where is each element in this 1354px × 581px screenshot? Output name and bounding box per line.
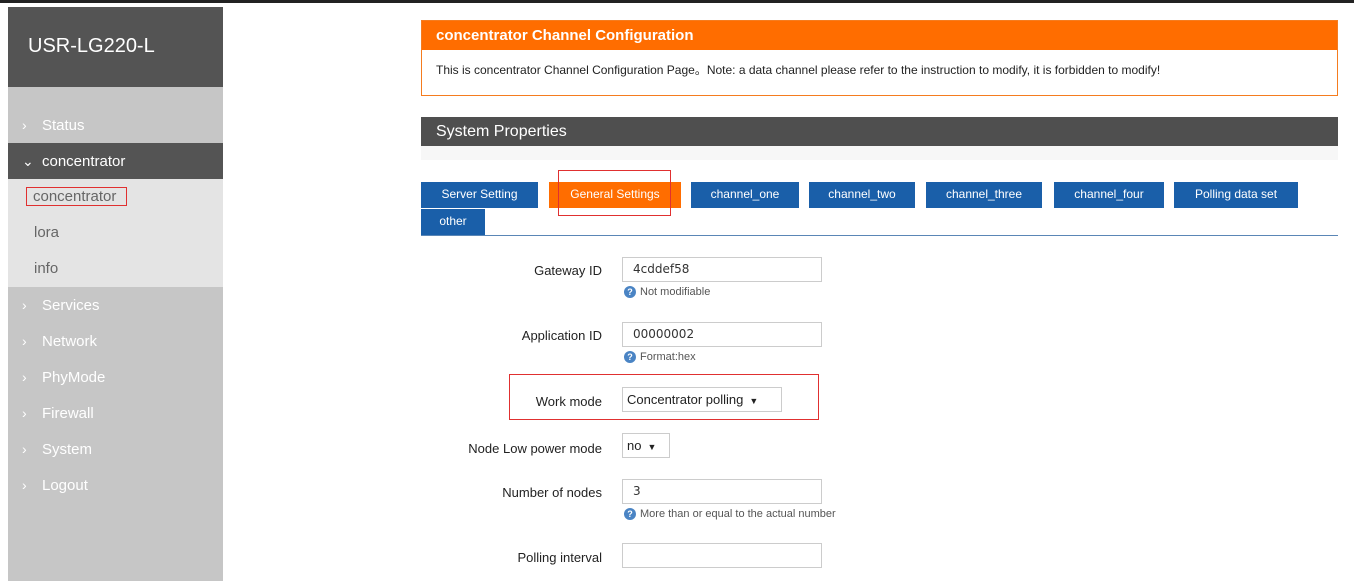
chevron-right-icon: › bbox=[22, 441, 27, 457]
sidebar-item-system[interactable]: › System bbox=[8, 431, 223, 467]
general-settings-highlight bbox=[558, 170, 671, 216]
gateway-id-field[interactable]: 4cddef58 bbox=[622, 257, 822, 282]
caret-down-icon: ▼ bbox=[647, 442, 657, 452]
question-circle-icon: ? bbox=[624, 286, 636, 298]
sidebar: USR-LG220-L › Status ⌄ concentrator concen… bbox=[8, 7, 223, 581]
section-title: System Properties bbox=[421, 117, 1338, 146]
sidebar-nav: › Status ⌄ concentrator concentrator lora … bbox=[8, 87, 223, 503]
alert-title: concentrator Channel Configuration bbox=[422, 21, 1337, 50]
sidebar-item-firewall[interactable]: › Firewall bbox=[8, 395, 223, 431]
top-border bbox=[0, 0, 1354, 3]
main-content: concentrator Channel Configuration This … bbox=[421, 20, 1338, 581]
tab-channel-three[interactable]: channel_three bbox=[926, 182, 1042, 208]
polling-interval-label: Polling interval bbox=[517, 550, 602, 565]
info-alert: concentrator Channel Configuration This … bbox=[421, 20, 1338, 96]
tab-bar: Server Setting General Settings channel_… bbox=[421, 170, 1338, 236]
node-low-power-select[interactable]: no ▼ bbox=[622, 433, 670, 458]
chevron-right-icon: › bbox=[22, 297, 27, 313]
sidebar-item-label: concentrator bbox=[26, 187, 128, 206]
sidebar-item-label: Status bbox=[42, 117, 85, 134]
general-settings-form: Gateway ID 4cddef58 ? Not modifiable Appl… bbox=[421, 236, 1338, 581]
tab-polling-data-set[interactable]: Polling data set bbox=[1174, 182, 1298, 208]
chevron-right-icon: › bbox=[22, 333, 27, 349]
chevron-right-icon: › bbox=[22, 405, 27, 421]
sidebar-item-concentrator[interactable]: ⌄ concentrator bbox=[8, 143, 223, 179]
tab-channel-two[interactable]: channel_two bbox=[809, 182, 915, 208]
number-of-nodes-hint: ? More than or equal to the actual number bbox=[624, 508, 836, 520]
tab-other[interactable]: other bbox=[421, 209, 485, 235]
sidebar-item-status[interactable]: › Status bbox=[8, 107, 223, 143]
tab-channel-four[interactable]: channel_four bbox=[1054, 182, 1164, 208]
sidebar-subitem-concentrator[interactable]: concentrator bbox=[8, 179, 223, 215]
work-mode-select[interactable]: Concentrator polling ▼ bbox=[622, 387, 782, 412]
sidebar-item-label: lora bbox=[34, 224, 60, 241]
chevron-right-icon: › bbox=[22, 117, 27, 133]
sidebar-item-logout[interactable]: › Logout bbox=[8, 467, 223, 503]
work-mode-value: Concentrator polling bbox=[627, 392, 744, 407]
application-id-hint: ? Format:hex bbox=[624, 351, 696, 363]
node-low-power-label: Node Low power mode bbox=[468, 441, 602, 456]
sidebar-item-label: Firewall bbox=[42, 405, 94, 422]
sidebar-subitem-info[interactable]: info bbox=[8, 251, 223, 287]
question-circle-icon: ? bbox=[624, 508, 636, 520]
sidebar-item-label: Network bbox=[42, 333, 98, 350]
sidebar-item-label: Logout bbox=[42, 477, 88, 494]
gateway-id-label: Gateway ID bbox=[534, 263, 602, 278]
application-id-field[interactable]: 00000002 bbox=[622, 322, 822, 347]
sidebar-item-label: Services bbox=[42, 297, 100, 314]
sidebar-item-label: System bbox=[42, 441, 93, 458]
work-mode-label: Work mode bbox=[535, 394, 602, 409]
sidebar-item-phymode[interactable]: › PhyMode bbox=[8, 359, 223, 395]
application-id-label: Application ID bbox=[521, 328, 602, 343]
caret-down-icon: ▼ bbox=[749, 396, 759, 406]
alert-body: This is concentrator Channel Configurati… bbox=[436, 63, 1161, 77]
chevron-right-icon: › bbox=[22, 477, 27, 493]
sidebar-item-services[interactable]: › Services bbox=[8, 287, 223, 323]
app-title: USR-LG220-L bbox=[8, 7, 223, 87]
question-circle-icon: ? bbox=[624, 351, 636, 363]
number-of-nodes-label: Number of nodes bbox=[502, 485, 602, 500]
tab-channel-one[interactable]: channel_one bbox=[691, 182, 799, 208]
number-of-nodes-field[interactable]: 3 bbox=[622, 479, 822, 504]
sidebar-item-network[interactable]: › Network bbox=[8, 323, 223, 359]
sidebar-subitem-lora[interactable]: lora bbox=[8, 215, 223, 251]
chevron-right-icon: › bbox=[22, 369, 27, 385]
sidebar-item-label: PhyMode bbox=[42, 369, 106, 386]
sidebar-item-label: concentrator bbox=[42, 153, 126, 170]
polling-interval-field[interactable] bbox=[622, 543, 822, 568]
tab-server-setting[interactable]: Server Setting bbox=[421, 182, 538, 208]
section-divider bbox=[421, 146, 1338, 160]
node-low-power-value: no bbox=[627, 438, 642, 453]
sidebar-item-label: info bbox=[34, 260, 59, 277]
gateway-id-hint: ? Not modifiable bbox=[624, 286, 710, 298]
chevron-down-icon: ⌄ bbox=[22, 153, 34, 169]
